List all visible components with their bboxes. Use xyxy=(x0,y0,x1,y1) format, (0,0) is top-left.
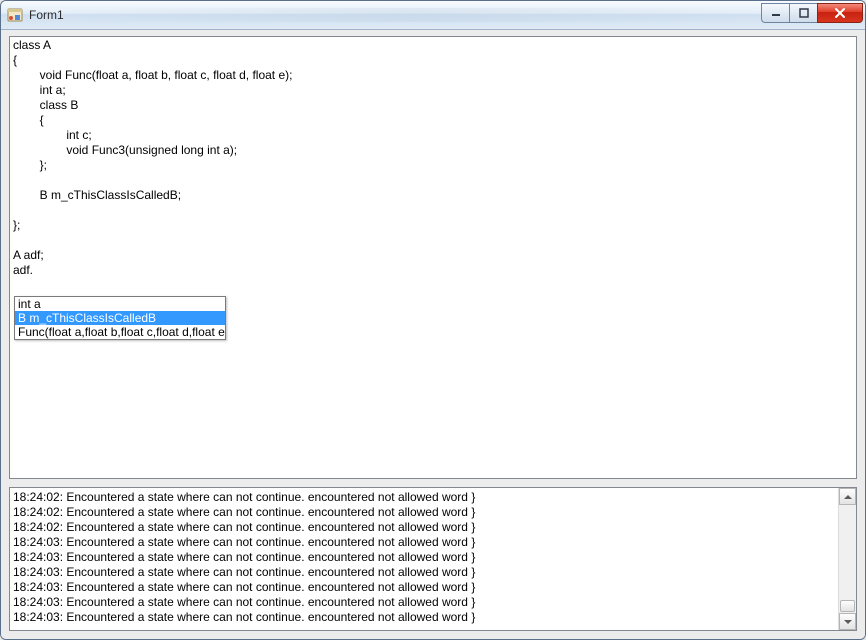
client-area: class A { void Func(float a, float b, fl… xyxy=(1,30,865,639)
log-line: 18:24:03: Encountered a state where can … xyxy=(13,535,835,550)
scroll-down-button[interactable] xyxy=(839,613,856,630)
log-line: 18:24:03: Encountered a state where can … xyxy=(13,565,835,580)
app-window: Form1 class A { void Func(float a, float… xyxy=(0,0,866,640)
log-line: 18:24:03: Encountered a state where can … xyxy=(13,550,835,565)
window-controls xyxy=(761,3,863,23)
log-line: 18:24:03: Encountered a state where can … xyxy=(13,610,835,625)
autocomplete-item[interactable]: int a xyxy=(15,297,225,311)
window-title: Form1 xyxy=(29,8,64,22)
log-output[interactable]: 18:24:02: Encountered a state where can … xyxy=(10,488,838,630)
scroll-thumb[interactable] xyxy=(840,600,855,612)
code-text[interactable]: class A { void Func(float a, float b, fl… xyxy=(10,37,856,279)
log-line: 18:24:02: Encountered a state where can … xyxy=(13,505,835,520)
app-icon xyxy=(7,7,23,23)
log-panel: 18:24:02: Encountered a state where can … xyxy=(9,487,857,631)
code-editor[interactable]: class A { void Func(float a, float b, fl… xyxy=(9,36,857,479)
log-line: 18:24:02: Encountered a state where can … xyxy=(13,520,835,535)
maximize-button[interactable] xyxy=(789,3,817,23)
log-line: 18:24:03: Encountered a state where can … xyxy=(13,595,835,610)
scroll-up-button[interactable] xyxy=(839,488,856,505)
log-line: 18:24:03: Encountered a state where can … xyxy=(13,580,835,595)
log-line: 18:24:02: Encountered a state where can … xyxy=(13,490,835,505)
autocomplete-item[interactable]: Func(float a,float b,float c,float d,flo… xyxy=(15,325,225,339)
autocomplete-item[interactable]: B m_cThisClassIsCalledB xyxy=(15,311,225,325)
titlebar[interactable]: Form1 xyxy=(1,1,865,30)
autocomplete-popup[interactable]: int a B m_cThisClassIsCalledB Func(float… xyxy=(14,296,226,340)
log-scrollbar[interactable] xyxy=(838,488,856,630)
minimize-button[interactable] xyxy=(761,3,789,23)
titlebar-spacer xyxy=(70,8,755,22)
close-button[interactable] xyxy=(817,3,863,23)
